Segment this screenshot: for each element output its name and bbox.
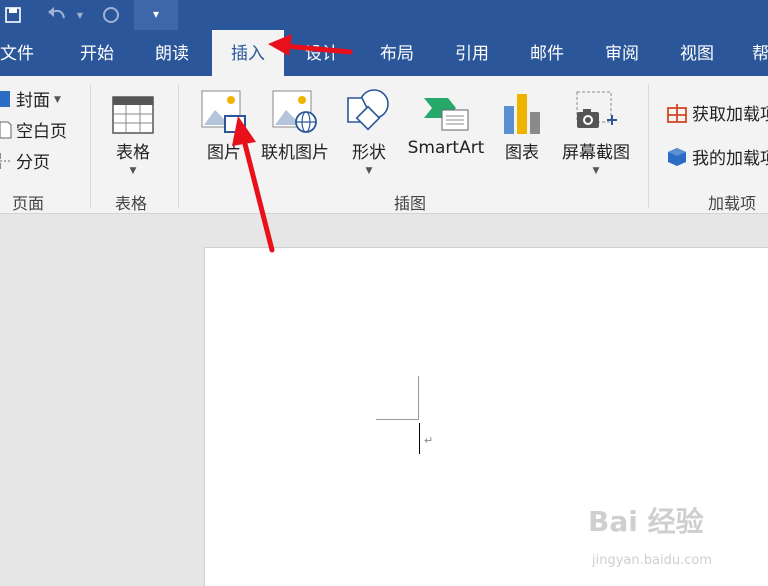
page-break-icon bbox=[0, 152, 10, 169]
smartart-icon bbox=[424, 98, 469, 131]
my-addins-button[interactable]: 我的加载项 bbox=[666, 144, 768, 169]
page-break-button[interactable]: 分页 bbox=[0, 148, 50, 173]
tab-file[interactable]: 文件 bbox=[0, 30, 34, 76]
screenshot-icon bbox=[576, 91, 617, 128]
tab-references[interactable]: 引用 bbox=[455, 30, 489, 76]
cover-page-button[interactable]: 封面 ▼ bbox=[0, 86, 61, 111]
chevron-down-icon: ▼ bbox=[129, 166, 137, 176]
screenshot-button[interactable]: 屏幕截图 ▼ bbox=[556, 84, 636, 176]
text-cursor bbox=[419, 423, 420, 454]
group-label-tables: 表格 bbox=[115, 194, 148, 213]
ribbon: 封面 ▼ 空白页 分页 页面 表格 ▼ 表格 图片 联机图片 形状 ▼ Smar… bbox=[0, 76, 768, 214]
group-divider bbox=[90, 84, 91, 208]
blank-page-button[interactable]: 空白页 bbox=[0, 117, 67, 142]
save-icon[interactable] bbox=[0, 0, 26, 30]
chevron-down-icon: ▼ bbox=[54, 95, 61, 105]
margin-corner-mark bbox=[418, 376, 419, 420]
cover-page-icon bbox=[0, 90, 10, 107]
store-icon bbox=[667, 103, 687, 123]
tab-mailings[interactable]: 邮件 bbox=[530, 30, 564, 76]
get-addins-button[interactable]: 获取加载项 bbox=[666, 100, 768, 125]
undo-icon[interactable] bbox=[42, 0, 72, 30]
chart-button-label: 图表 bbox=[505, 143, 539, 163]
page-break-label: 分页 bbox=[16, 153, 50, 173]
tab-review[interactable]: 审阅 bbox=[605, 30, 639, 76]
online-pictures-icon bbox=[272, 90, 317, 133]
table-button[interactable]: 表格 ▼ bbox=[110, 84, 156, 176]
ribbon-tabs: 文件 开始 朗读 插入 设计 布局 引用 邮件 审阅 视图 帮 bbox=[0, 30, 768, 76]
paragraph-mark: ↵ bbox=[424, 434, 434, 447]
watermark-logo: Bai 经验 bbox=[588, 505, 704, 538]
my-addins-label: 我的加载项 bbox=[692, 149, 768, 169]
group-divider bbox=[178, 84, 179, 208]
cover-page-label: 封面 bbox=[16, 91, 50, 111]
picture-button-label: 图片 bbox=[207, 143, 241, 163]
shapes-icon bbox=[347, 89, 389, 131]
chevron-down-icon: ▼ bbox=[592, 166, 600, 176]
watermark-url: jingyan.baidu.com bbox=[592, 553, 712, 568]
tab-insert[interactable]: 插入 bbox=[212, 30, 284, 76]
addins-cube-icon bbox=[668, 147, 686, 166]
blank-page-icon bbox=[0, 121, 12, 138]
title-bar: ▼ ▾ bbox=[0, 0, 768, 30]
shapes-button[interactable]: 形状 ▼ bbox=[346, 84, 392, 176]
tab-home[interactable]: 开始 bbox=[80, 30, 114, 76]
get-addins-label: 获取加载项 bbox=[692, 105, 768, 125]
undo-dropdown-icon[interactable]: ▼ bbox=[74, 0, 86, 30]
screenshot-button-label: 屏幕截图 bbox=[562, 143, 630, 163]
shapes-button-label: 形状 bbox=[352, 143, 386, 163]
picture-icon bbox=[201, 90, 246, 133]
picture-button[interactable]: 图片 bbox=[200, 84, 248, 163]
tab-design[interactable]: 设计 bbox=[305, 30, 339, 76]
tab-help[interactable]: 帮 bbox=[752, 30, 768, 76]
group-divider bbox=[648, 84, 649, 208]
customize-qat-icon[interactable]: ▾ bbox=[134, 0, 178, 30]
online-pictures-button[interactable]: 联机图片 bbox=[258, 84, 332, 163]
group-label-addins: 加载项 bbox=[708, 194, 757, 213]
chevron-down-icon: ▼ bbox=[365, 166, 373, 176]
tab-read-aloud[interactable]: 朗读 bbox=[155, 30, 189, 76]
smartart-button[interactable]: SmartArt bbox=[405, 84, 487, 158]
tab-view[interactable]: 视图 bbox=[680, 30, 714, 76]
table-icon bbox=[112, 96, 154, 134]
group-label-illustrations: 插图 bbox=[394, 194, 427, 213]
margin-corner-mark bbox=[376, 419, 419, 420]
chart-button[interactable]: 图表 bbox=[500, 84, 544, 163]
blank-page-label: 空白页 bbox=[16, 122, 67, 142]
chart-icon bbox=[504, 94, 540, 134]
tab-layout[interactable]: 布局 bbox=[380, 30, 414, 76]
online-pictures-button-label: 联机图片 bbox=[261, 143, 329, 163]
smartart-button-label: SmartArt bbox=[407, 138, 485, 158]
redo-icon[interactable] bbox=[98, 0, 124, 30]
group-label-pages: 页面 bbox=[12, 194, 45, 213]
table-button-label: 表格 bbox=[116, 143, 150, 163]
